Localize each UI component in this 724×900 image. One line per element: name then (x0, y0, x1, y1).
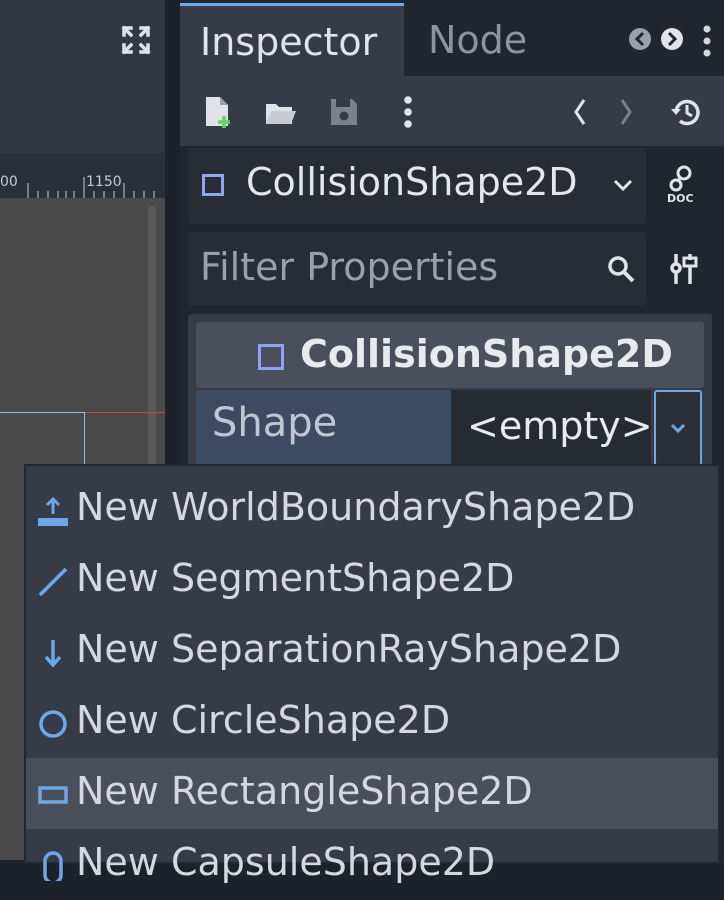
menu-item-label: New RectangleShape2D (76, 769, 533, 813)
more-options-icon[interactable] (390, 94, 426, 130)
shape-resource-dropdown-button[interactable] (654, 390, 702, 466)
ruler-ticks (27, 177, 155, 198)
x-axis-line (85, 412, 165, 413)
menu-item-capsule-shape[interactable]: New CapsuleShape2D (26, 829, 718, 900)
dock-tab-bar: Inspector Node (180, 0, 724, 78)
filter-properties-input[interactable]: Filter Properties (188, 232, 646, 306)
shape-property-row: Shape <empty> (196, 390, 704, 466)
separation-ray-icon (44, 640, 62, 668)
menu-item-circle-shape[interactable]: New CircleShape2D (26, 687, 718, 758)
svg-text:DOC: DOC (667, 192, 694, 204)
capsule-icon (43, 851, 63, 881)
collision-shape-section-icon (258, 344, 284, 370)
horizontal-ruler: 00 1150 (0, 153, 165, 198)
inspector-toolbar (180, 76, 724, 146)
shape-property-label[interactable]: Shape (196, 390, 451, 466)
segment-icon (38, 567, 68, 597)
menu-item-label: New CircleShape2D (76, 698, 451, 742)
open-folder-icon[interactable] (262, 94, 298, 130)
viewport-boundary-line (84, 412, 85, 472)
property-label-text: Shape (212, 400, 338, 446)
property-tools-icon[interactable] (670, 252, 698, 286)
dock-menu-icon[interactable] (702, 24, 712, 58)
menu-item-label: New WorldBoundaryShape2D (76, 485, 636, 529)
menu-item-separation-ray-shape[interactable]: New SeparationRayShape2D (26, 616, 718, 687)
filter-placeholder: Filter Properties (200, 245, 499, 289)
fullscreen-icon[interactable] (120, 24, 152, 56)
new-resource-icon[interactable] (200, 94, 236, 130)
edited-object-name: CollisionShape2D (246, 160, 578, 204)
history-forward-icon[interactable] (608, 94, 644, 130)
recent-history-icon[interactable] (668, 94, 704, 130)
save-icon[interactable] (326, 94, 362, 130)
shape-resource-picker[interactable]: <empty> (451, 390, 653, 466)
menu-item-world-boundary-shape[interactable]: New WorldBoundaryShape2D (26, 474, 718, 545)
chevron-down-icon (670, 423, 686, 434)
world-boundary-icon (38, 496, 68, 526)
menu-item-rectangle-shape[interactable]: New RectangleShape2D (26, 758, 718, 829)
viewport-toolbar (0, 0, 165, 153)
dock-move-arrows-icon[interactable] (628, 24, 688, 54)
property-value-text: <empty> (467, 404, 653, 448)
chevron-down-icon (613, 179, 633, 192)
menu-item-label: New SeparationRayShape2D (76, 627, 622, 671)
new-shape-popup-menu: New WorldBoundaryShape2D New SegmentShap… (24, 464, 720, 884)
menu-item-segment-shape[interactable]: New SegmentShape2D (26, 545, 718, 616)
open-documentation-icon[interactable]: DOC (666, 164, 702, 204)
circle-icon (39, 710, 67, 738)
menu-item-label: New SegmentShape2D (76, 556, 515, 600)
edited-object-selector[interactable]: CollisionShape2D (188, 148, 646, 224)
tab-node[interactable]: Node (408, 4, 547, 76)
section-header[interactable]: CollisionShape2D (196, 322, 704, 388)
search-icon (608, 256, 635, 283)
tab-inspector[interactable]: Inspector (180, 3, 404, 78)
section-title: CollisionShape2D (300, 332, 673, 376)
menu-item-label: New CapsuleShape2D (76, 840, 496, 884)
history-back-icon[interactable] (562, 94, 598, 130)
rectangle-icon (38, 786, 68, 804)
collision-shape-node-icon (202, 174, 224, 196)
